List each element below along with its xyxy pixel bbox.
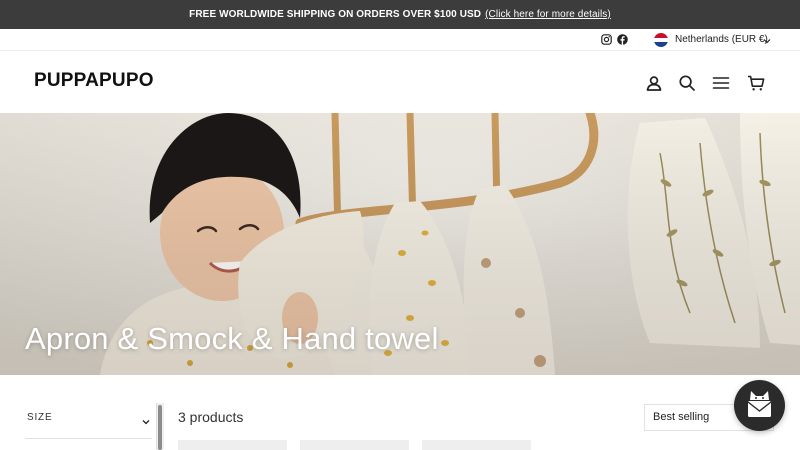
chat-widget-button[interactable] [734, 380, 785, 431]
product-card[interactable] [422, 440, 531, 450]
facebook-icon[interactable] [617, 34, 628, 45]
chevron-down-icon[interactable] [141, 414, 151, 425]
site-header: PUPPAPUPO [0, 51, 800, 113]
announcement-bar: FREE WORLDWIDE SHIPPING ON ORDERS OVER $… [0, 0, 800, 29]
sidebar-scrollbar-thumb[interactable] [158, 405, 162, 450]
product-count: 3 products [178, 409, 244, 425]
account-icon[interactable] [645, 74, 663, 92]
utility-bar: Netherlands (EUR €) [0, 29, 800, 51]
collection-title: Apron & Smock & Hand towel [25, 321, 439, 356]
announcement-text: FREE WORLDWIDE SHIPPING ON ORDERS OVER $… [189, 9, 482, 20]
cart-icon[interactable] [747, 74, 765, 92]
product-card[interactable] [178, 440, 287, 450]
flag-stripe-blue [654, 42, 668, 47]
netherlands-flag-icon[interactable] [654, 33, 668, 47]
instagram-icon[interactable] [601, 34, 612, 45]
menu-icon[interactable] [712, 74, 730, 92]
size-filter-toggle[interactable]: SIZE [27, 412, 52, 423]
locale-selector[interactable]: Netherlands (EUR €) [675, 34, 768, 45]
shipping-details-link[interactable]: (Click here for more details) [485, 9, 611, 20]
search-icon[interactable] [678, 74, 696, 92]
site-logo[interactable]: PUPPAPUPO [34, 70, 154, 92]
product-card[interactable] [300, 440, 409, 450]
filter-divider [25, 438, 152, 439]
collection-hero-banner: Apron & Smock & Hand towel [0, 113, 800, 375]
chevron-down-icon[interactable] [762, 33, 772, 44]
cat-mail-icon [747, 391, 772, 417]
